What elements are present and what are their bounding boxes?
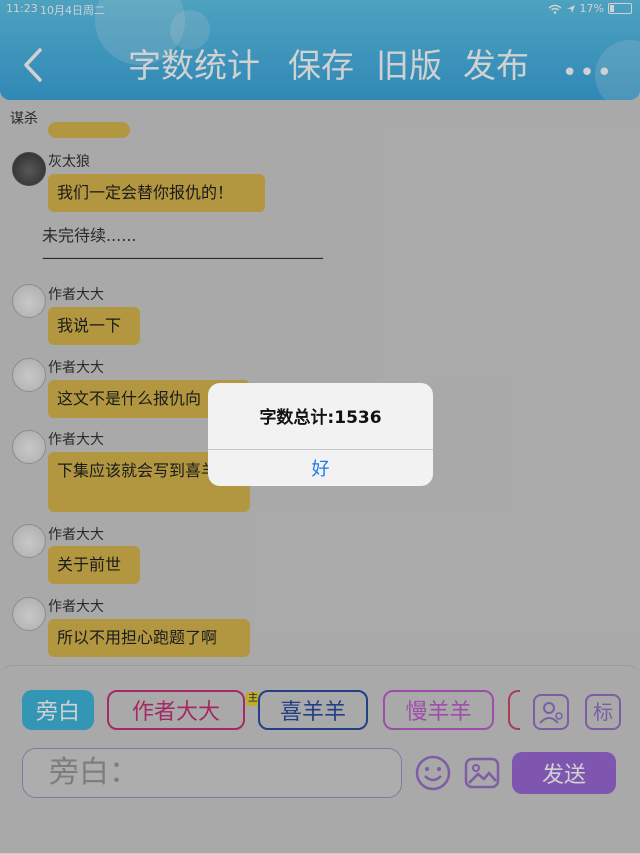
- alert-title: 字数总计:1536: [259, 408, 382, 428]
- word-count-alert: 字数总计:1536 好: [208, 383, 433, 486]
- alert-divider: [208, 449, 433, 450]
- alert-ok-button[interactable]: 好: [208, 455, 433, 481]
